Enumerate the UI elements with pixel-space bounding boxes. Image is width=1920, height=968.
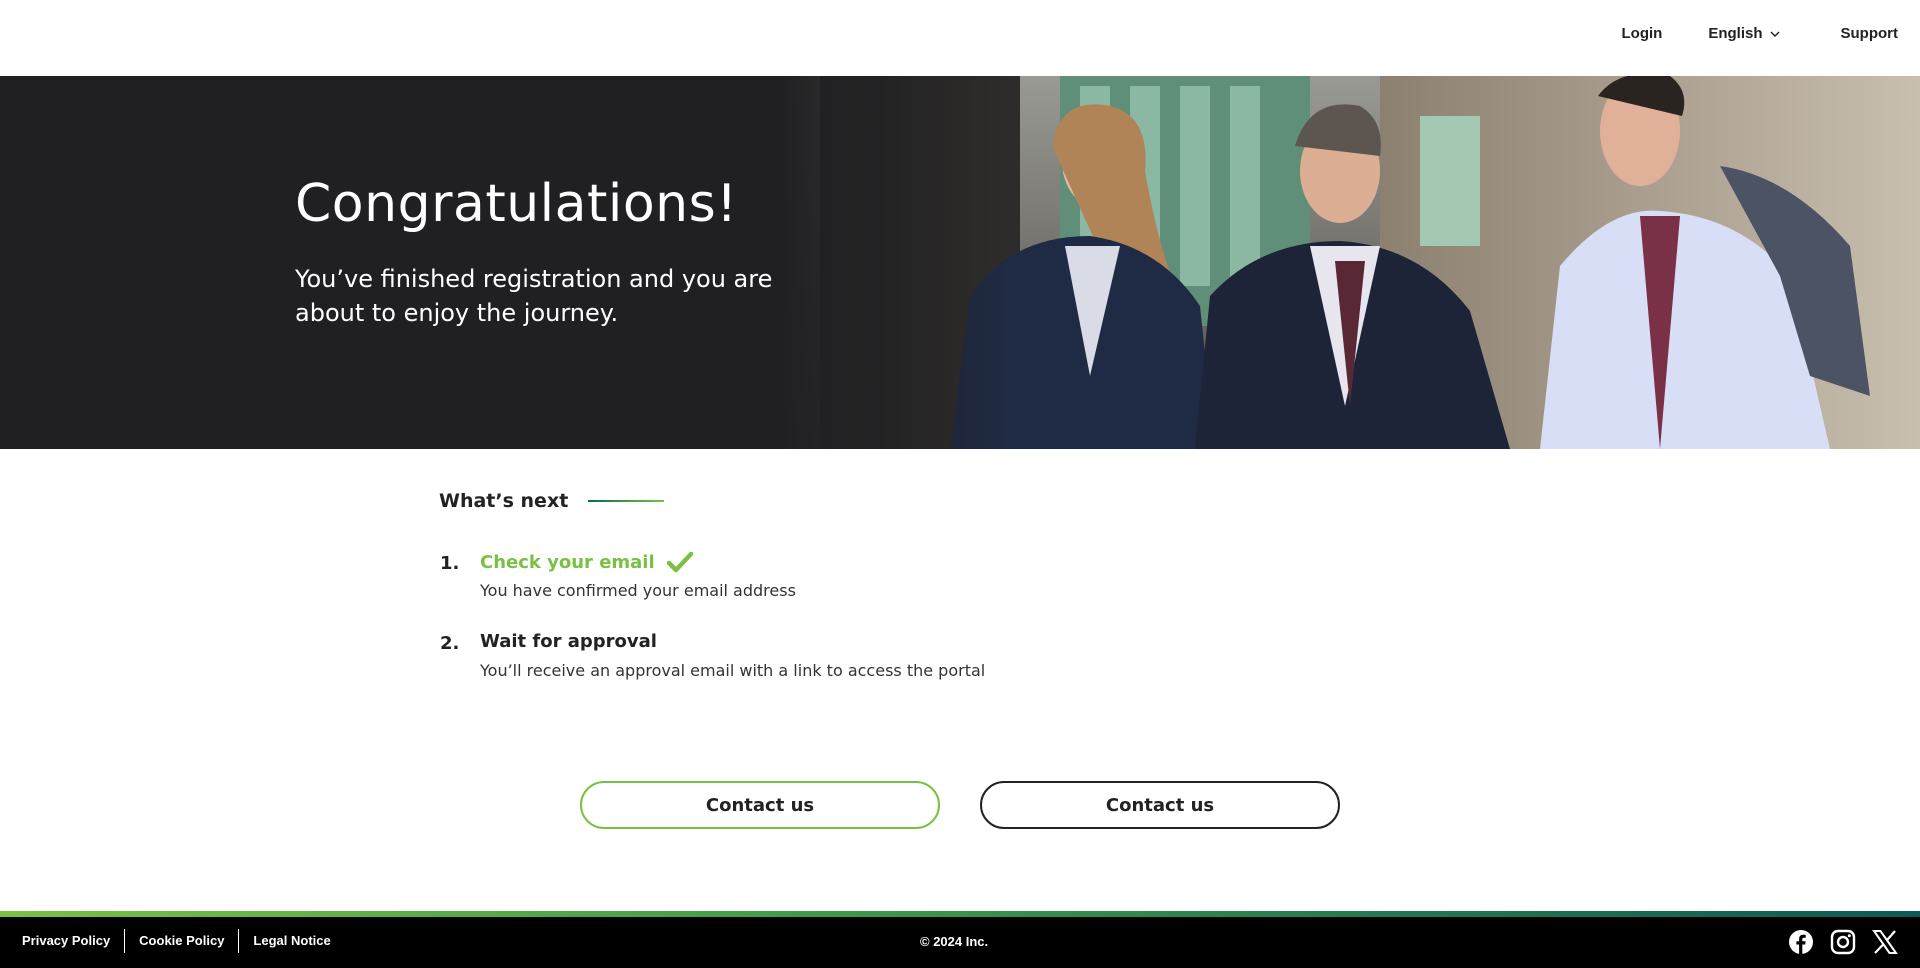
chevron-down-icon xyxy=(1770,31,1779,37)
language-label: English xyxy=(1708,25,1763,42)
site-header: Login English Support xyxy=(0,0,1920,76)
checkmark-icon xyxy=(666,551,693,573)
hero-gradient-overlay xyxy=(0,76,1920,449)
cookie-policy-link[interactable]: Cookie Policy xyxy=(124,929,238,953)
whats-next-heading: What’s next xyxy=(439,490,665,512)
hero-banner: Congratulations! You’ve finished registr… xyxy=(0,76,1920,449)
contact-us-primary-button[interactable]: Contact us xyxy=(580,781,940,829)
language-selector[interactable]: English xyxy=(1708,25,1780,42)
whats-next-title: What’s next xyxy=(439,490,569,512)
facebook-icon[interactable] xyxy=(1788,929,1814,955)
support-link[interactable]: Support xyxy=(1841,25,1899,42)
footer-links: Privacy Policy Cookie Policy Legal Notic… xyxy=(22,929,345,953)
copyright-text: © 2024 Inc. xyxy=(920,934,989,949)
social-links xyxy=(1788,929,1898,955)
hero-title: Congratulations! xyxy=(295,174,738,234)
legal-notice-link[interactable]: Legal Notice xyxy=(238,929,344,953)
step-description: You’ll receive an approval email with a … xyxy=(480,661,986,680)
hero-subtitle: You’ve finished registration and you are… xyxy=(295,265,773,327)
login-link[interactable]: Login xyxy=(1622,25,1663,42)
top-nav: Login English Support xyxy=(1622,25,1899,42)
step-title-text: Check your email xyxy=(480,551,655,573)
x-icon[interactable] xyxy=(1872,929,1898,955)
site-footer: Privacy Policy Cookie Policy Legal Notic… xyxy=(0,917,1920,968)
step-description: You have confirmed your email address xyxy=(480,581,796,600)
step-number: 1. xyxy=(440,553,460,574)
privacy-policy-link[interactable]: Privacy Policy xyxy=(22,929,124,953)
step-title: Wait for approval xyxy=(480,631,657,652)
step-title: Check your email xyxy=(480,551,693,573)
step-number: 2. xyxy=(440,633,460,654)
instagram-icon[interactable] xyxy=(1830,929,1856,955)
heading-accent-line xyxy=(588,500,665,502)
contact-us-secondary-button[interactable]: Contact us xyxy=(980,781,1340,829)
